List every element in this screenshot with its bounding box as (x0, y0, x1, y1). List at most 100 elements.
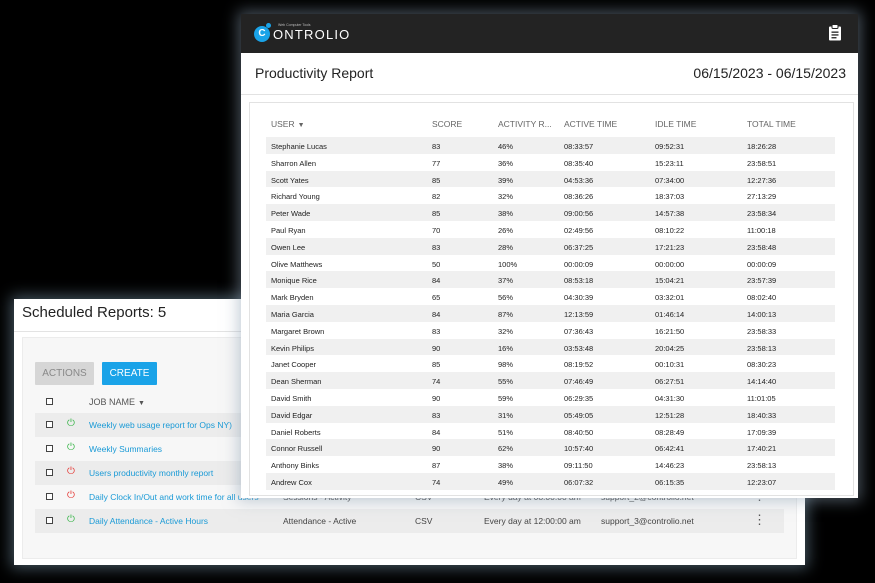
power-icon[interactable]: ⏻ (67, 418, 75, 430)
total-time-cell: 23:57:39 (747, 276, 777, 286)
job-name-link[interactable]: Daily Attendance - Active Hours (89, 516, 208, 526)
job-row[interactable]: ⏻ Daily Attendance - Active Hours Attendan… (35, 509, 784, 533)
row-checkbox[interactable] (46, 445, 53, 452)
table-row[interactable]: Owen Lee 83 28% 06:37:25 17:21:23 23:58:48 (266, 237, 835, 255)
logo-circle-icon: C (254, 26, 270, 42)
active-time-cell: 06:29:35 (564, 393, 594, 403)
active-time-cell: 08:36:26 (564, 192, 594, 202)
table-row[interactable]: Stephanie Lucas 83 46% 08:33:57 09:52:31 18:2… (266, 137, 835, 154)
score-cell: 90 (432, 444, 441, 454)
score-cell: 74 (432, 377, 441, 387)
date-range[interactable]: 06/15/2023 - 06/15/2023 (693, 65, 846, 81)
active-time-cell: 00:00:09 (564, 259, 594, 269)
score-cell: 70 (432, 225, 441, 235)
user-name-cell: Anthony Binks (271, 461, 319, 471)
table-row[interactable]: David Smith 90 59% 06:29:35 04:31:30 11:01:05 (266, 389, 835, 406)
idle-time-cell: 08:10:22 (655, 225, 685, 235)
idle-time-cell: 14:57:38 (655, 209, 685, 219)
power-icon[interactable]: ⏻ (67, 514, 75, 526)
active-time-cell: 04:30:39 (564, 293, 594, 303)
table-row[interactable]: Margaret Brown 83 32% 07:36:43 16:21:50 23:58… (266, 322, 835, 339)
table-row[interactable]: Andrew Cox 74 49% 06:07:32 06:15:35 12:23:07 (266, 472, 835, 490)
activity-rate-cell: 59% (498, 393, 514, 403)
user-name-cell: Mark Bryden (271, 293, 314, 303)
report-title: Productivity Report (255, 65, 374, 81)
total-time-cell: 18:26:28 (747, 142, 777, 151)
score-cell: 77 (432, 158, 441, 168)
job-name-column-header[interactable]: JOB NAME ▼ (89, 397, 145, 407)
active-time-column-header[interactable]: ACTIVE TIME (564, 119, 617, 129)
table-row[interactable]: Daniel Roberts 84 51% 08:40:50 08:28:49 17:09… (266, 423, 835, 440)
total-time-cell: 14:00:13 (747, 309, 777, 319)
activity-rate-column-header[interactable]: ACTIVITY R... (498, 119, 552, 129)
row-checkbox[interactable] (46, 421, 53, 428)
score-cell: 83 (432, 326, 441, 336)
idle-time-cell: 16:21:50 (655, 326, 685, 336)
activity-rate-cell: 51% (498, 427, 514, 437)
job-name-link[interactable]: Weekly Summaries (89, 444, 162, 454)
idle-time-cell: 04:31:30 (655, 393, 685, 403)
clipboard-icon[interactable] (828, 24, 842, 41)
table-row[interactable]: Scott Yates 85 39% 04:53:36 07:34:00 12:27:36 (266, 170, 835, 188)
scheduled-reports-title: Scheduled Reports: 5 (22, 304, 167, 321)
total-time-cell: 17:09:39 (747, 427, 777, 437)
table-row[interactable]: Paul Ryan 70 26% 02:49:56 08:10:22 11:00:18 (266, 221, 835, 238)
score-cell: 90 (432, 393, 441, 403)
total-time-cell: 27:13:29 (747, 192, 777, 202)
table-row[interactable]: Mark Bryden 65 56% 04:30:39 03:32:01 08:02:40 (266, 288, 835, 305)
table-row[interactable]: Monique Rice 84 37% 08:53:18 15:04:21 23:57:3… (266, 271, 835, 289)
activity-rate-cell: 46% (498, 142, 514, 151)
user-column-header[interactable]: USER ▼ (271, 119, 305, 129)
activity-rate-cell: 37% (498, 276, 514, 286)
actions-button[interactable]: ACTIONS (35, 362, 94, 385)
table-row[interactable]: Kevin Philips 90 16% 03:53:48 20:04:25 23:58:… (266, 338, 835, 356)
job-name-link[interactable]: Weekly web usage report for Ops NY) (89, 420, 232, 430)
idle-time-cell: 07:34:00 (655, 175, 685, 185)
more-options-icon[interactable]: ⋮ (753, 512, 766, 528)
idle-time-cell: 09:52:31 (655, 142, 685, 151)
sort-down-icon: ▼ (297, 122, 305, 129)
report-table: USER ▼ SCORE ACTIVITY R... ACTIVE TIME ID… (249, 102, 854, 496)
top-bar: C Web Computer Tools ONTROLIO (241, 14, 858, 53)
score-column-header[interactable]: SCORE (432, 119, 462, 129)
idle-time-column-header[interactable]: IDLE TIME (655, 119, 696, 129)
table-row[interactable]: Janet Cooper 85 98% 08:19:52 00:10:31 08:30:2… (266, 355, 835, 372)
logo-dot-icon (266, 23, 271, 28)
power-icon[interactable]: ⏻ (67, 442, 75, 454)
job-format: CSV (415, 516, 433, 526)
select-all-checkbox[interactable] (46, 398, 53, 405)
row-checkbox[interactable] (46, 493, 53, 500)
job-name-link[interactable]: Users productivity monthly report (89, 468, 213, 478)
table-row[interactable]: David Edgar 83 31% 05:49:05 12:51:28 18:40:33 (266, 405, 835, 423)
idle-time-cell: 15:23:11 (655, 158, 684, 168)
total-time-column-header[interactable]: TOTAL TIME (747, 119, 796, 129)
table-row[interactable]: Anthony Binks 87 38% 09:11:50 14:46:23 23:58:… (266, 456, 835, 473)
table-row[interactable]: Richard Young 82 32% 08:36:26 18:37:03 27:13:… (266, 187, 835, 204)
table-row[interactable]: Connor Russell 90 62% 10:57:40 06:42:41 17:40… (266, 439, 835, 457)
job-email: support_3@controlio.net (601, 516, 694, 526)
user-name-cell: Daniel Roberts (271, 427, 321, 437)
user-name-cell: Kevin Philips (271, 343, 314, 353)
total-time-cell: 12:23:07 (747, 477, 777, 487)
activity-rate-cell: 62% (498, 444, 514, 454)
create-button[interactable]: CREATE (102, 362, 157, 385)
total-time-cell: 18:40:33 (747, 410, 777, 420)
table-row[interactable]: Peter Wade 85 38% 09:00:56 14:57:38 23:58:34 (266, 204, 835, 221)
activity-rate-cell: 56% (498, 293, 514, 303)
row-checkbox[interactable] (46, 517, 53, 524)
active-time-cell: 07:36:43 (564, 326, 594, 336)
table-row[interactable]: Dean Sherman 74 55% 07:46:49 06:27:51 14:14:4… (266, 372, 835, 389)
table-row[interactable]: Olive Matthews 50 100% 00:00:09 00:00:00 00:0… (266, 255, 835, 272)
active-time-cell: 08:53:18 (564, 276, 594, 286)
user-name-cell: Dean Sherman (271, 377, 322, 387)
job-type: Attendance - Active (283, 516, 357, 526)
table-row[interactable]: Sharron Allen 77 36% 08:35:40 15:23:11 23:58:… (266, 154, 835, 171)
job-schedule: Every day at 12:00:00 am (484, 516, 581, 526)
total-time-cell: 08:30:23 (747, 360, 777, 370)
table-row[interactable]: Maria Garcia 84 87% 12:13:59 01:46:14 14:00:1… (266, 304, 835, 322)
job-name-link[interactable]: Daily Clock In/Out and work time for all… (89, 492, 259, 502)
row-checkbox[interactable] (46, 469, 53, 476)
power-icon[interactable]: ⏻ (67, 466, 75, 478)
user-name-cell: Scott Yates (271, 175, 309, 185)
power-icon[interactable]: ⏻ (67, 490, 75, 502)
